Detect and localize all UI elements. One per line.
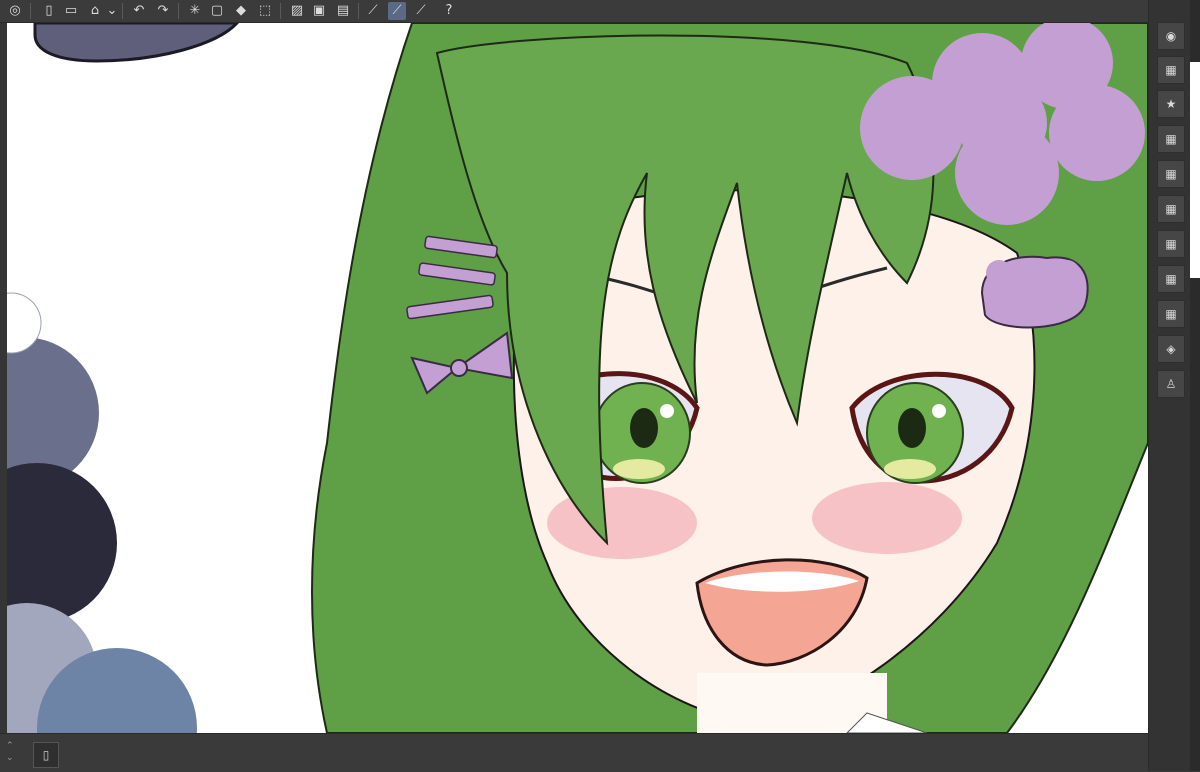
illustration xyxy=(7,23,1148,733)
circle-shape-dark xyxy=(7,463,117,623)
highlight-left xyxy=(660,404,674,418)
bear-ear-left xyxy=(986,260,1012,286)
toolbar-divider xyxy=(280,3,281,19)
approximate-color-icon[interactable]: ▦ xyxy=(1157,265,1185,293)
pupil-left-shape xyxy=(630,408,658,448)
undo-icon[interactable]: ↶ xyxy=(130,2,148,20)
command-bar: ◎ ▯ ▭ ⌂ ⌄ ↶ ↷ ✳ ▢ ◆ ⬚ ▨ ▣ ▤ ⟋ ⟋ ⟋ ? xyxy=(0,0,1200,23)
iris-left-light xyxy=(613,459,665,479)
navigator-icon[interactable]: ◉ xyxy=(1157,22,1185,50)
layer-panel-icon[interactable]: ▯ xyxy=(33,742,59,768)
dropdown-arrow-icon[interactable]: ⌄ xyxy=(106,2,118,20)
save-icon[interactable]: ⌂ xyxy=(86,2,104,20)
iris-right-light xyxy=(884,459,936,479)
open-folder-icon[interactable]: ▭ xyxy=(62,2,80,20)
transform-icon[interactable]: ⬚ xyxy=(256,2,274,20)
toolbar-divider xyxy=(30,3,31,19)
app-logo-icon[interactable]: ◎ xyxy=(6,2,24,20)
fill-icon[interactable]: ◆ xyxy=(232,2,250,20)
color-set-icon[interactable]: ▦ xyxy=(1157,195,1185,223)
color-slider-icon[interactable]: ▦ xyxy=(1157,160,1185,188)
pupil-right-shape xyxy=(898,408,926,448)
toolbar-divider xyxy=(178,3,179,19)
highlight-right xyxy=(932,404,946,418)
new-canvas-icon[interactable]: ▯ xyxy=(40,2,58,20)
bear-ear-right xyxy=(1054,260,1080,286)
left-panel-edge[interactable] xyxy=(0,23,7,733)
color-wheel-icon[interactable]: ▦ xyxy=(1157,125,1185,153)
hide-selection-icon[interactable]: ▨ xyxy=(288,2,306,20)
redo-icon[interactable]: ↷ xyxy=(154,2,172,20)
snap-ruler-icon[interactable]: ⟋ xyxy=(364,2,382,20)
material-icon[interactable]: ★ xyxy=(1157,90,1185,118)
hat-brim-shape xyxy=(33,23,240,63)
scroll-arrows[interactable]: ⌃ ⌄ xyxy=(6,740,14,764)
loading-icon[interactable]: ✳ xyxy=(186,2,204,20)
select-all-icon[interactable]: ▤ xyxy=(334,2,352,20)
snap-grid-icon[interactable]: ⟋ xyxy=(412,2,430,20)
color-history-icon[interactable]: ▦ xyxy=(1157,300,1185,328)
bottom-bar: ⌃ ⌄ ▯ xyxy=(0,733,1148,772)
3d-object-icon[interactable]: ◈ xyxy=(1157,335,1185,363)
scroll-down-icon[interactable]: ⌄ xyxy=(6,752,14,764)
toolbar-divider xyxy=(358,3,359,19)
intermediate-color-icon[interactable]: ▦ xyxy=(1157,230,1185,258)
sub-tool-icon[interactable]: ▦ xyxy=(1157,56,1185,84)
scroll-up-icon[interactable]: ⌃ xyxy=(6,740,14,752)
pose-icon[interactable]: ♙ xyxy=(1157,370,1185,398)
blush-right-shape xyxy=(812,482,962,554)
selection-icon[interactable]: ▣ xyxy=(310,2,328,20)
help-icon[interactable]: ? xyxy=(440,2,458,20)
canvas[interactable] xyxy=(7,23,1148,733)
snap-special-ruler-icon[interactable]: ⟋ xyxy=(388,2,406,20)
toolbar-divider xyxy=(122,3,123,19)
navigator-preview[interactable] xyxy=(1190,62,1200,278)
deselect-icon[interactable]: ▢ xyxy=(208,2,226,20)
